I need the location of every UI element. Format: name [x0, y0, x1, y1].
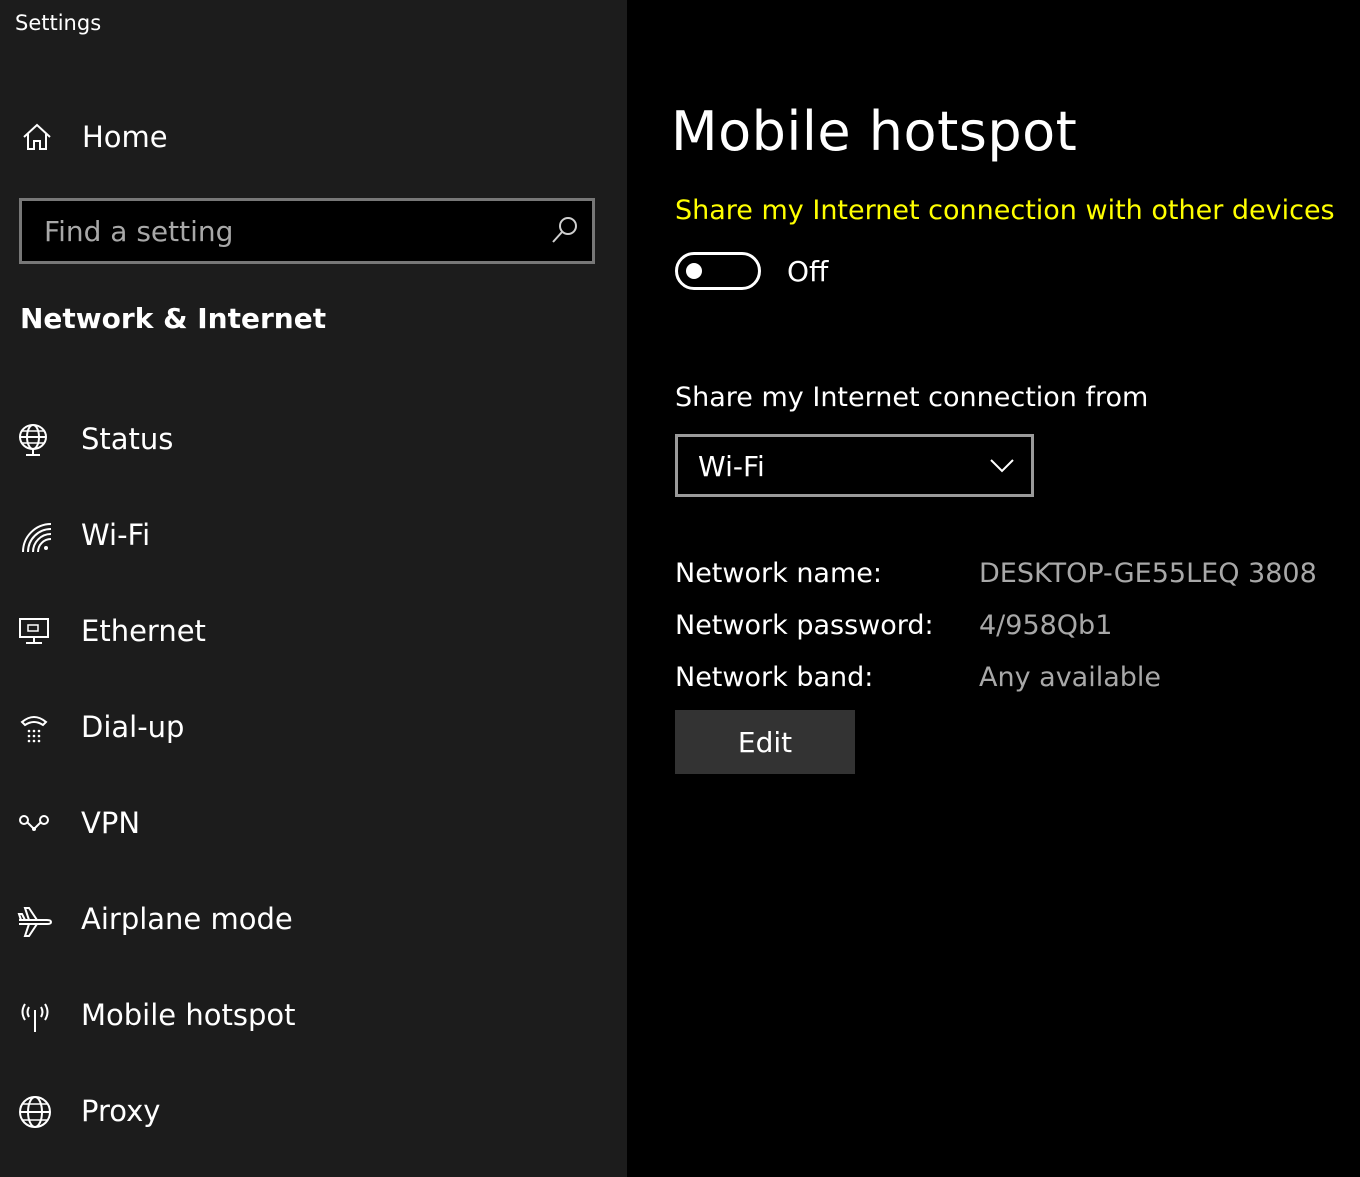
globe-icon — [19, 1096, 51, 1128]
app-title: Settings — [15, 11, 102, 35]
sidebar-item-label: Airplane mode — [81, 902, 293, 936]
search-box — [19, 198, 595, 264]
sidebar-item-label: Dial-up — [81, 710, 185, 744]
network-band-value: Any available — [979, 662, 1162, 693]
sidebar: Settings Home Network & Internet — [0, 0, 627, 1177]
network-password-row: Network password: 4/958Qb1 — [675, 610, 1355, 650]
vpn-icon — [19, 815, 49, 831]
toggle-state-label: Off — [787, 255, 829, 288]
sidebar-home[interactable]: Home — [0, 108, 627, 166]
network-password-key: Network password: — [675, 610, 934, 641]
page-title: Mobile hotspot — [671, 100, 1078, 163]
network-name-value: DESKTOP-GE55LEQ 3808 — [979, 558, 1317, 589]
sidebar-item-wifi[interactable]: Wi-Fi — [0, 492, 627, 582]
sidebar-item-label: Wi-Fi — [81, 518, 151, 552]
section-title: Network & Internet — [20, 302, 327, 335]
sidebar-item-vpn[interactable]: VPN — [0, 780, 627, 870]
sidebar-item-label: Ethernet — [81, 614, 206, 648]
sidebar-item-label: VPN — [81, 806, 141, 840]
network-band-row: Network band: Any available — [675, 662, 1355, 702]
sidebar-item-label: Proxy — [81, 1094, 161, 1128]
search-input[interactable] — [22, 201, 522, 261]
sidebar-item-label: Status — [81, 422, 174, 456]
edit-button[interactable]: Edit — [675, 710, 855, 774]
airplane-icon — [17, 907, 53, 937]
wifi-icon — [22, 523, 52, 553]
search-icon[interactable] — [550, 215, 580, 245]
home-icon — [23, 123, 51, 150]
sidebar-item-ethernet[interactable]: Ethernet — [0, 588, 627, 678]
dial-up-icon — [20, 716, 48, 743]
hotspot-toggle[interactable] — [675, 252, 761, 290]
sidebar-item-status[interactable]: Status — [0, 396, 627, 486]
share-toggle-heading: Share my Internet connection with other … — [675, 195, 1335, 226]
main-content: Mobile hotspot Share my Internet connect… — [627, 0, 1360, 1177]
toggle-knob — [686, 263, 702, 279]
globe-monitor-icon — [19, 424, 47, 456]
network-band-key: Network band: — [675, 662, 874, 693]
network-name-key: Network name: — [675, 558, 882, 589]
share-from-value: Wi-Fi — [698, 450, 765, 483]
sidebar-home-label: Home — [82, 120, 168, 154]
sidebar-item-proxy[interactable]: Proxy — [0, 1068, 627, 1158]
share-from-dropdown[interactable]: Wi-Fi — [675, 434, 1034, 497]
settings-window: Settings Home Network & Internet — [0, 0, 1360, 1177]
network-password-value: 4/958Qb1 — [979, 610, 1113, 641]
sidebar-item-label: Mobile hotspot — [81, 998, 296, 1032]
network-name-row: Network name: DESKTOP-GE55LEQ 3808 — [675, 558, 1355, 598]
sidebar-item-mobile-hotspot[interactable]: Mobile hotspot — [0, 972, 627, 1062]
sidebar-item-dial-up[interactable]: Dial-up — [0, 684, 627, 774]
chevron-down-icon — [990, 459, 1014, 473]
sidebar-item-airplane-mode[interactable]: Airplane mode — [0, 876, 627, 966]
ethernet-icon — [19, 618, 49, 644]
hotspot-icon — [21, 1003, 49, 1032]
share-from-label: Share my Internet connection from — [675, 382, 1149, 413]
